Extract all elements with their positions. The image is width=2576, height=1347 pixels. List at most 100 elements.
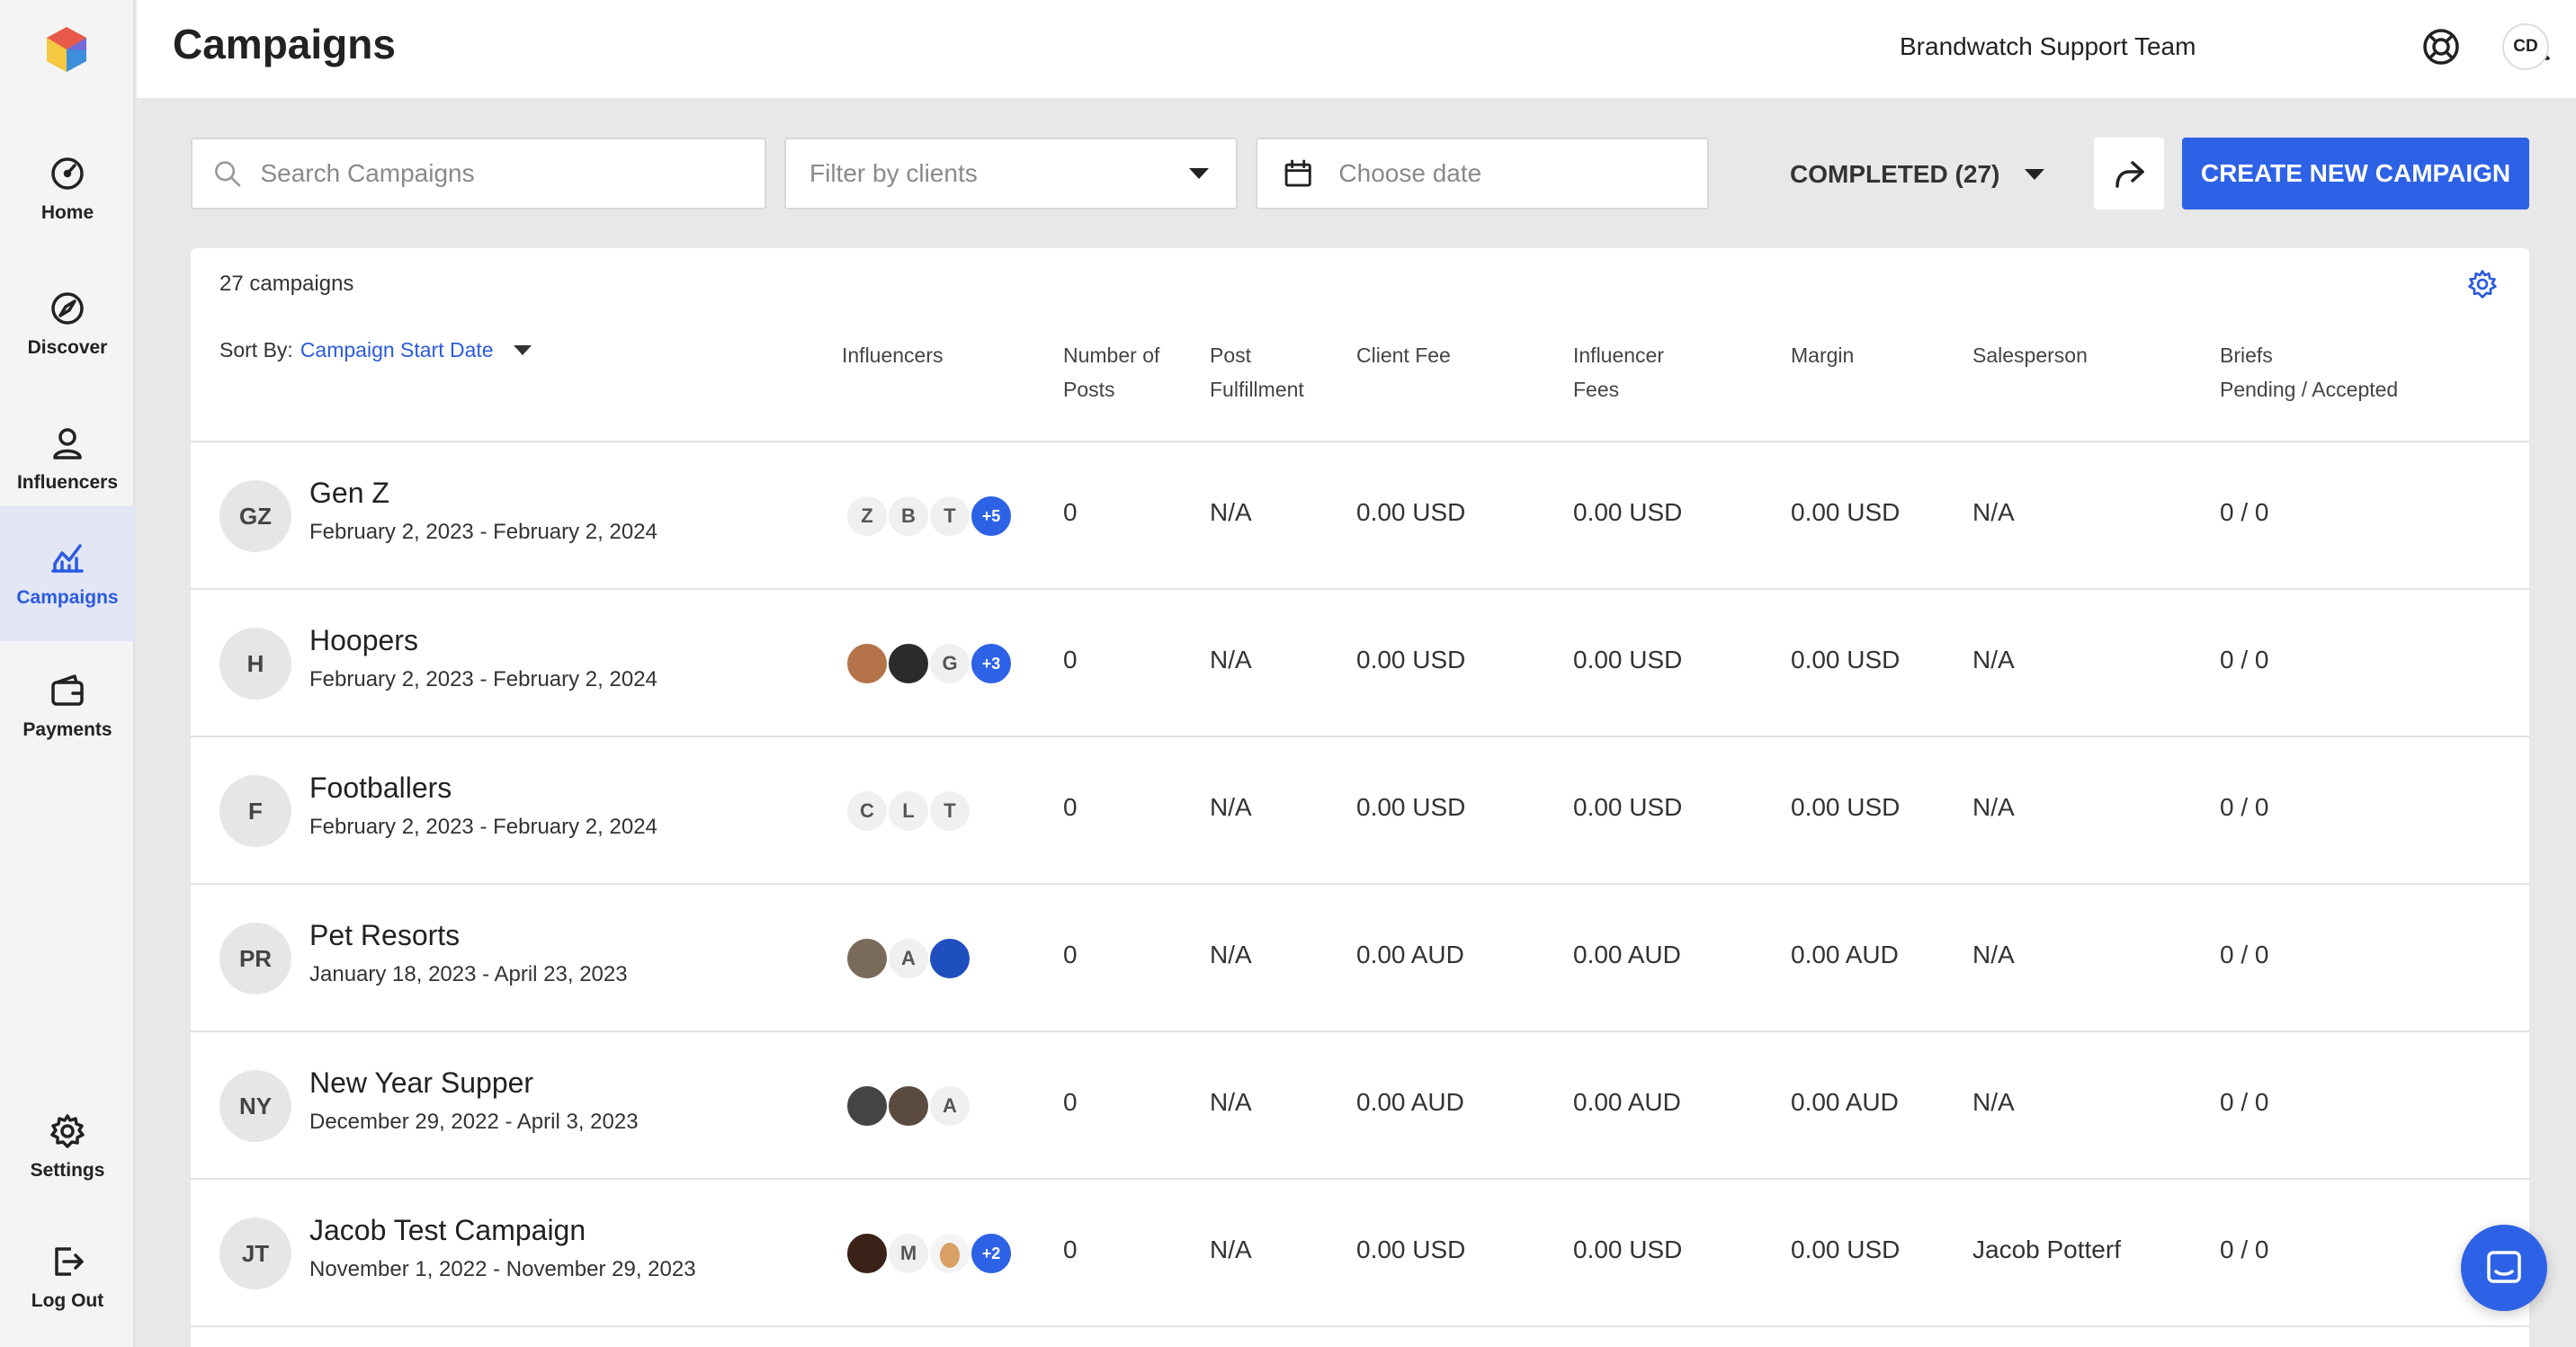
post-fulfillment: N/A [1210, 498, 1252, 526]
chat-launcher-button[interactable] [2461, 1225, 2547, 1311]
campaign-name[interactable]: Gen Z [309, 477, 389, 510]
influencer-avatar: G [928, 642, 971, 685]
table-row[interactable]: NY New Year Supper December 29, 2022 - A… [191, 1032, 2529, 1180]
influencer-avatar: T [928, 789, 971, 833]
campaign-name[interactable]: Jacob Test Campaign [309, 1214, 586, 1247]
influencer-avatars[interactable]: C L T [845, 789, 971, 833]
nav-discover[interactable]: Discover [0, 256, 135, 391]
share-icon [2115, 161, 2144, 188]
settings-icon [48, 1111, 87, 1151]
date-input[interactable] [1338, 159, 1707, 188]
table-row[interactable]: GZ Gen Z February 2, 2023 - February 2, … [191, 442, 2529, 590]
nav-home[interactable]: Home [0, 121, 135, 256]
campaign-dates: November 1, 2022 - November 29, 2023 [309, 1257, 696, 1281]
search-field[interactable] [191, 138, 766, 210]
post-fulfillment: N/A [1210, 793, 1252, 821]
campaign-name[interactable]: Pet Resorts [309, 919, 460, 952]
campaign-avatar: GZ [219, 480, 291, 552]
campaign-avatar: JT [219, 1218, 291, 1289]
table-row[interactable]: JT Jacob Test Campaign November 1, 2022 … [191, 1180, 2529, 1327]
help-icon[interactable] [2418, 23, 2464, 70]
posts-count: 0 [1063, 498, 1078, 526]
chevron-down-icon [1189, 168, 1209, 179]
team-switcher[interactable]: Brandwatch Support Team [1900, 32, 2196, 61]
influencer-avatar: A [928, 1084, 971, 1128]
margin: 0.00 AUD [1791, 941, 1899, 968]
status-dropdown[interactable]: COMPLETED (27) [1790, 153, 2045, 196]
brand-logo[interactable] [43, 25, 90, 74]
more-influencers-badge: +3 [970, 642, 1013, 685]
user-avatar[interactable]: CD [2502, 23, 2549, 70]
influencer-fees: 0.00 AUD [1573, 1088, 1681, 1116]
influencer-avatars[interactable]: M +2 [845, 1232, 1013, 1275]
table-row[interactable]: F Footballers February 2, 2023 - Februar… [191, 737, 2529, 885]
date-picker[interactable] [1256, 138, 1709, 210]
search-input[interactable] [260, 159, 765, 188]
nav-logout[interactable]: Log Out [0, 1209, 135, 1344]
posts-count: 0 [1063, 646, 1078, 674]
campaign-dates: December 29, 2022 - April 3, 2023 [309, 1110, 639, 1134]
margin: 0.00 USD [1791, 793, 1901, 821]
influencer-avatar: L [887, 789, 930, 833]
salesperson: N/A [1972, 1088, 2015, 1116]
nav-payments[interactable]: Payments [0, 638, 135, 773]
col-briefs: Briefs Pending / Accepted [2220, 343, 2399, 401]
salesperson: N/A [1972, 793, 2015, 821]
table-settings-icon[interactable] [2466, 268, 2502, 304]
influencer-avatars[interactable]: Z B T +5 [845, 495, 1013, 538]
influencer-avatar: T [928, 495, 971, 538]
influencer-photo [928, 1232, 971, 1275]
create-campaign-button[interactable]: CREATE NEW CAMPAIGN [2182, 138, 2529, 210]
top-header: Campaigns Brandwatch Support Team CD [137, 0, 2576, 99]
influencer-avatar: B [887, 495, 930, 538]
campaign-name[interactable]: Footballers [309, 772, 452, 805]
sort-label: Sort By: [219, 338, 293, 361]
client-fee: 0.00 AUD [1356, 941, 1464, 968]
campaign-dates: February 2, 2023 - February 2, 2024 [309, 667, 657, 691]
campaign-dates: February 2, 2023 - February 2, 2024 [309, 815, 657, 839]
sort-value[interactable]: Campaign Start Date [300, 338, 494, 362]
nav-campaigns[interactable]: Campaigns [0, 506, 135, 641]
nav-logout-label: Log Out [31, 1290, 104, 1311]
nav-campaigns-label: Campaigns [16, 587, 119, 608]
client-filter-placeholder: Filter by clients [809, 159, 978, 187]
posts-count: 0 [1063, 793, 1078, 821]
share-button[interactable] [2094, 138, 2164, 210]
nav-settings[interactable]: Settings [0, 1079, 135, 1214]
col-influencers: Influencers [842, 343, 944, 367]
calendar-icon [1284, 159, 1311, 187]
campaign-dates: January 18, 2023 - April 23, 2023 [309, 962, 628, 986]
client-filter-dropdown[interactable]: Filter by clients [784, 138, 1238, 210]
briefs: 0 / 0 [2220, 941, 2269, 968]
influencer-avatar: M [887, 1232, 930, 1275]
influencer-fees: 0.00 AUD [1573, 941, 1681, 968]
influencer-photo [887, 642, 930, 685]
home-icon [48, 154, 87, 193]
briefs: 0 / 0 [2220, 498, 2269, 526]
influencer-avatars[interactable]: G +3 [845, 642, 1013, 685]
campaign-avatar: NY [219, 1070, 291, 1142]
client-fee: 0.00 USD [1356, 793, 1466, 821]
influencer-fees: 0.00 USD [1573, 646, 1683, 674]
influencer-avatars[interactable]: A [845, 937, 971, 980]
campaign-avatar: F [219, 775, 291, 847]
status-label: COMPLETED (27) [1790, 160, 2000, 188]
table-row[interactable]: PR Pet Resorts January 18, 2023 - April … [191, 885, 2529, 1032]
influencer-fees: 0.00 USD [1573, 1235, 1683, 1263]
chat-icon [2487, 1251, 2521, 1283]
briefs: 0 / 0 [2220, 793, 2269, 821]
table-row[interactable]: H Hoopers February 2, 2023 - February 2,… [191, 590, 2529, 737]
salesperson: N/A [1972, 498, 2015, 526]
sort-control[interactable]: Sort By: Campaign Start Date [219, 338, 532, 362]
chevron-down-icon [513, 345, 532, 355]
influencer-photo [845, 937, 889, 980]
influencer-photo [845, 1232, 889, 1275]
campaign-name[interactable]: Hoopers [309, 624, 418, 657]
influencer-photo [845, 642, 889, 685]
influencer-fees: 0.00 USD [1573, 793, 1683, 821]
col-post-fulfillment: Post Fulfillment [1210, 343, 1304, 401]
col-number-of-posts: Number of Posts [1063, 343, 1160, 401]
campaign-name[interactable]: New Year Supper [309, 1066, 533, 1100]
sidebar: Home Discover Influencers Campaigns Paym… [0, 0, 135, 1347]
influencer-avatars[interactable]: A [845, 1084, 971, 1128]
